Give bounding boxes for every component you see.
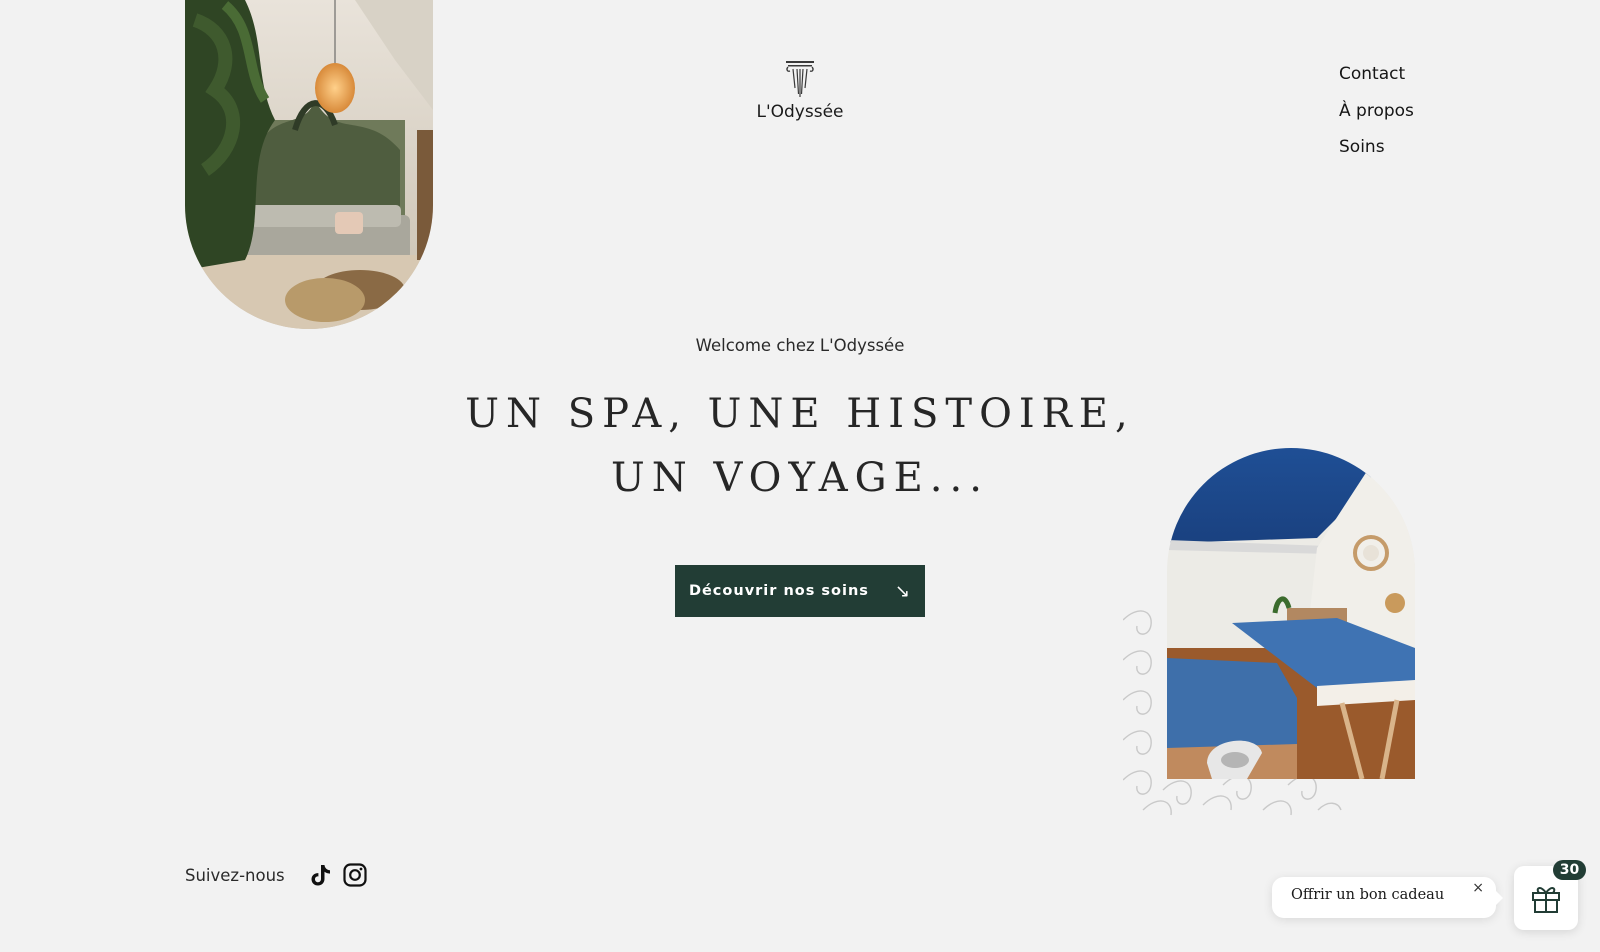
popup-tail [1495,890,1503,906]
cta-label: Découvrir nos soins [688,583,869,599]
massage-room-photo [1167,448,1415,779]
arrow-down-right-icon: ↘ [894,580,912,602]
nav-link-contact[interactable]: Contact [1339,64,1414,84]
discover-treatments-button[interactable]: Découvrir nos soins ↘ [675,565,925,617]
tiktok-icon[interactable] [307,862,333,888]
social-follow-bar: Suivez-nous [185,862,377,888]
brand-logo[interactable]: L'Odyssée [750,60,850,122]
gift-voucher-label: Offrir un bon cadeau [1291,887,1445,903]
hero-headline: UN SPA, UNE HISTOIRE, UN VOYAGE... [400,382,1200,510]
welcome-text: Welcome chez L'Odyssée [695,336,905,355]
gift-icon [1532,887,1560,913]
nav-link-about[interactable]: À propos [1339,101,1414,121]
gift-voucher-popup[interactable]: Offrir un bon cadeau × [1272,877,1503,918]
brand-name: L'Odyssée [756,102,844,122]
ionic-column-icon [786,61,814,97]
nav-link-treatments[interactable]: Soins [1339,137,1414,157]
follow-label: Suivez-nous [185,865,285,885]
instagram-icon[interactable] [342,862,368,888]
headline-line-1: UN SPA, UNE HISTOIRE, [465,391,1135,437]
headline-line-2: UN VOYAGE... [611,455,989,501]
main-nav: Contact À propos Soins [1339,64,1414,174]
lounge-photo [185,0,433,329]
gift-count-badge: 30 [1553,860,1586,880]
close-icon[interactable]: × [1472,880,1484,896]
